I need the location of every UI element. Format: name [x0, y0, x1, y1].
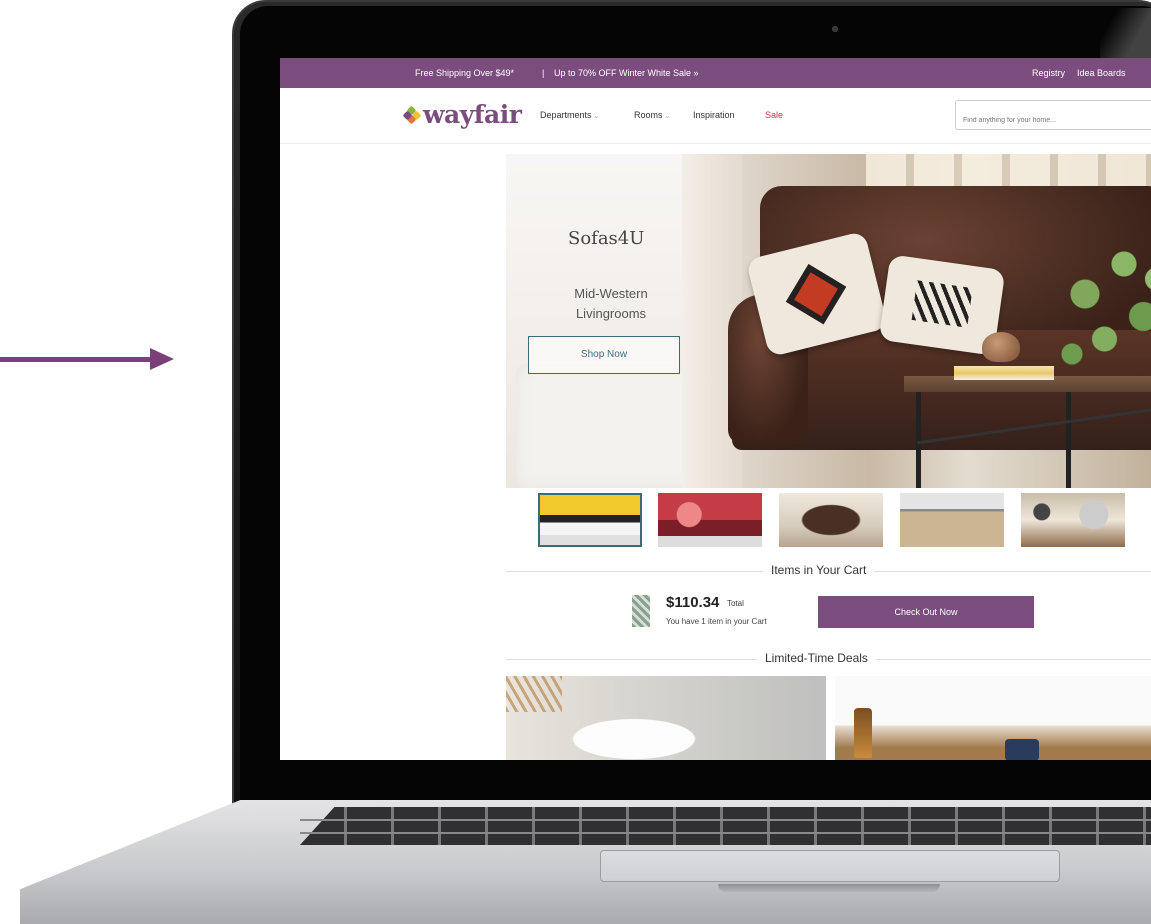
hero-brand-title: Sofas4U [568, 228, 645, 249]
thumbnail-leather-sofa[interactable] [779, 493, 883, 547]
nav-departments[interactable]: Departments ⌄ [540, 110, 599, 120]
promo-bar: Free Shipping Over $49* | Up to 70% OFF … [280, 58, 1151, 88]
nav-rooms-label: Rooms [634, 110, 663, 120]
free-shipping-text: Free Shipping Over $49* [415, 68, 515, 78]
thumbnail-yellow-bedroom[interactable] [538, 493, 642, 547]
check-out-now-button[interactable]: Check Out Now [818, 596, 1034, 628]
thumbnail-red-living-room[interactable] [658, 493, 762, 547]
pointer-arrow-line [0, 357, 154, 362]
chevron-down-icon: ⌄ [593, 113, 600, 120]
laptop-keyboard [300, 807, 1151, 845]
nav-inspiration[interactable]: Inspiration [693, 110, 735, 120]
hero-text-panel: Sofas4U Mid-Western Livingrooms Shop Now [506, 154, 682, 488]
eucalyptus-plant [1046, 234, 1151, 384]
hero-thumbnail-strip [538, 493, 1138, 549]
thumbnail-dining-room[interactable] [1021, 493, 1125, 547]
thumbnail-wood-flooring[interactable] [900, 493, 1004, 547]
keyboard-row-gap [300, 819, 1151, 821]
coffee-table-books [954, 366, 1054, 380]
hero-subtitle: Mid-Western Livingrooms [574, 286, 648, 321]
deals-section-title: Limited-Time Deals [757, 651, 876, 665]
cart-total-label: Total [727, 599, 744, 608]
chevron-down-icon: ⌄ [664, 113, 671, 120]
laptop-front-notch [718, 884, 940, 892]
promo-separator: | [542, 68, 545, 78]
keyboard-row-gap [300, 832, 1151, 834]
shop-now-button[interactable]: Shop Now [528, 336, 680, 374]
search-input[interactable] [955, 100, 1151, 130]
nav-rooms[interactable]: Rooms ⌄ [634, 110, 670, 120]
site-header: wayfair Departments ⌄ Rooms ⌄ Inspiration … [280, 88, 1151, 144]
logo-wordmark: wayfair [423, 100, 522, 129]
screen-glare [1100, 8, 1151, 60]
nav-departments-label: Departments [540, 110, 592, 120]
cart-section-title: Items in Your Cart [763, 563, 875, 577]
cart-item-count: You have 1 item in your Cart [666, 617, 767, 626]
deal-bottle [854, 708, 872, 758]
nav-sale[interactable]: Sale [765, 110, 783, 120]
copper-kettle [982, 332, 1020, 362]
webcam-icon [832, 26, 838, 32]
coffee-table-leg [1066, 392, 1071, 488]
hero-banner[interactable]: Sofas4U Mid-Western Livingrooms Shop Now [506, 154, 1151, 488]
browser-viewport: Free Shipping Over $49* | Up to 70% OFF … [280, 58, 1151, 760]
wayfair-pinwheel-icon [402, 105, 422, 124]
wayfair-logo[interactable]: wayfair [402, 100, 522, 129]
cart-item-thumbnail[interactable] [632, 595, 650, 627]
laptop-trackpad [600, 850, 1060, 882]
winter-sale-link[interactable]: Up to 70% OFF Winter White Sale » [554, 68, 699, 78]
registry-link[interactable]: Registry [1032, 68, 1065, 78]
deal-card-wall-art [506, 676, 562, 712]
idea-boards-link[interactable]: Idea Boards [1077, 68, 1126, 78]
deal-card-kitchen[interactable] [835, 676, 1151, 760]
deal-jar [1005, 739, 1039, 760]
cart-total-amount: $110.34 [666, 594, 720, 611]
pointer-arrow-icon [150, 348, 174, 370]
